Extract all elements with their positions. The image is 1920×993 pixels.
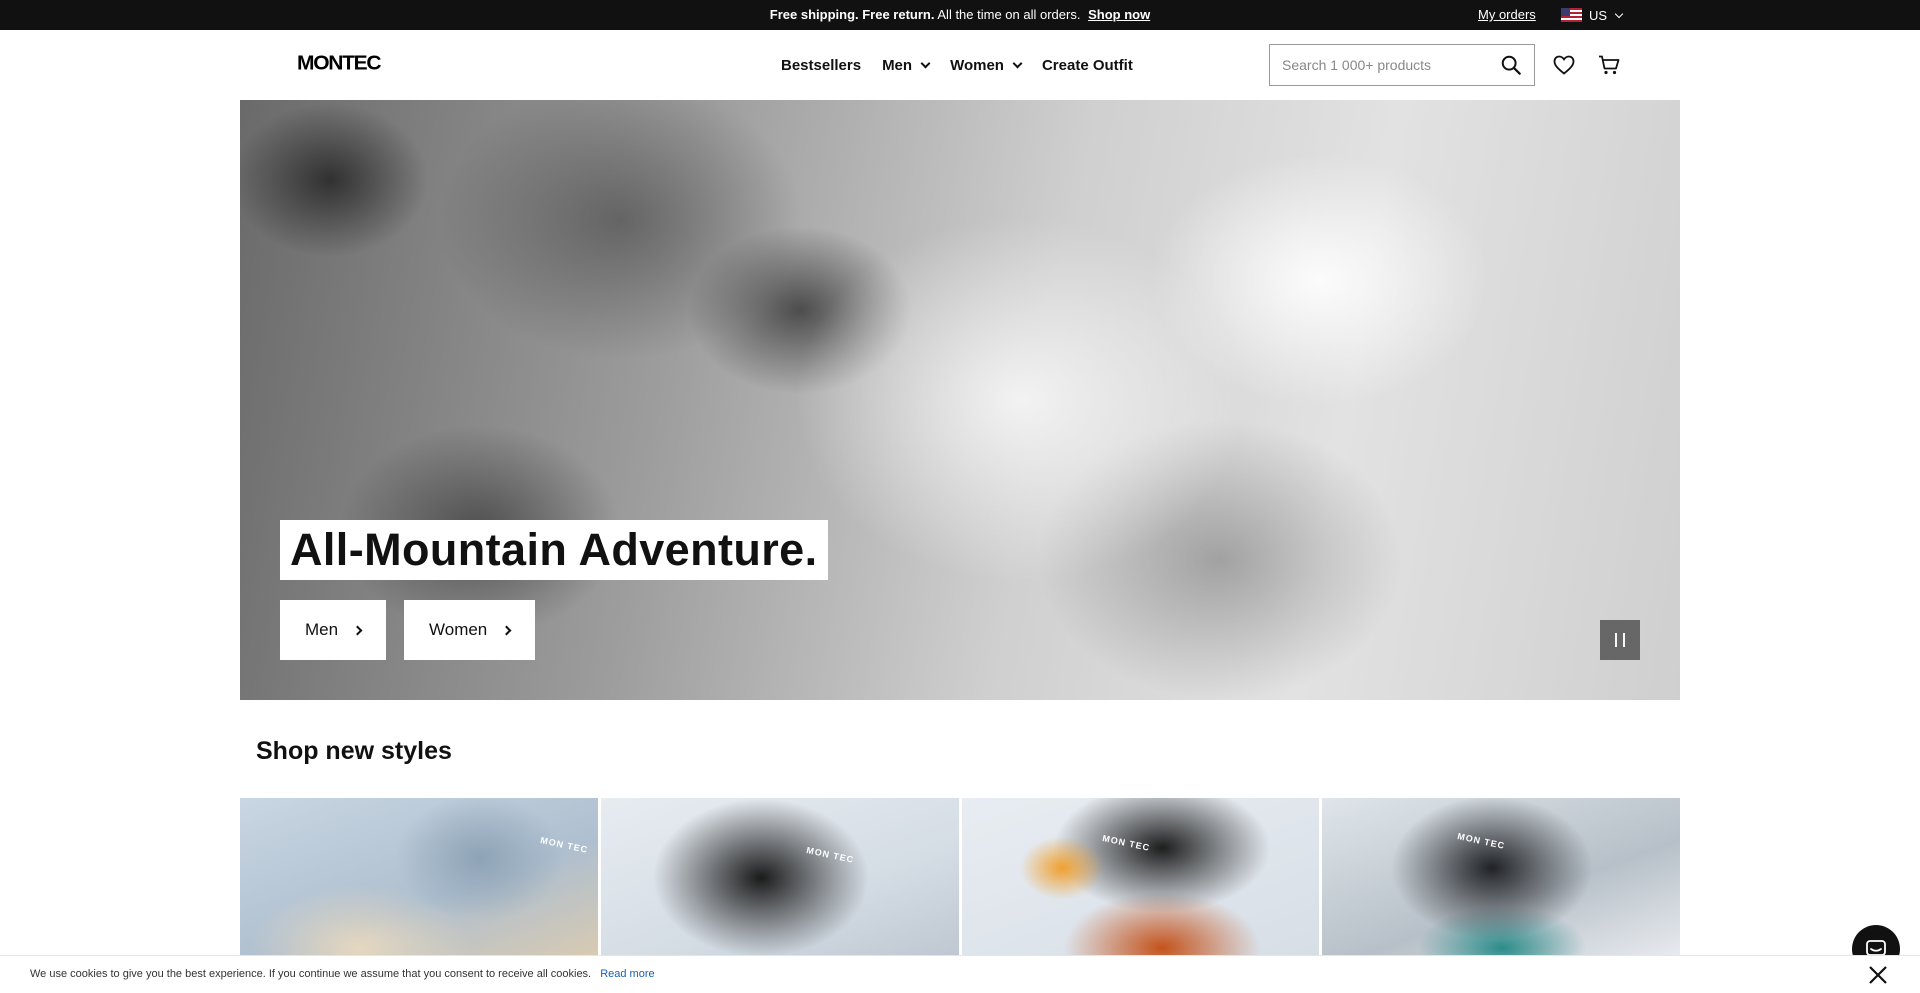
nav-women[interactable]: Women: [950, 56, 1023, 74]
search-input[interactable]: [1270, 45, 1480, 85]
nav-men-label: Men: [882, 56, 913, 74]
montec-logo[interactable]: MONTEC: [297, 53, 382, 76]
nav-women-label: Women: [950, 56, 1004, 74]
cookie-message: We use cookies to give you the best expe…: [30, 968, 592, 980]
nav-bestsellers-label: Bestsellers: [781, 56, 862, 74]
announcement-bold: Free shipping. Free return.: [769, 7, 935, 22]
tile-brand-logo: MON TEC: [805, 845, 855, 865]
pause-icon: [1615, 633, 1617, 647]
read-more-link[interactable]: Read more: [600, 968, 654, 980]
chevron-down-icon: [1012, 58, 1023, 68]
locale-label: US: [1589, 7, 1608, 23]
hero-title-box: All-Mountain Adventure.: [280, 520, 828, 580]
cookie-text: We use cookies to give you the best expe…: [30, 968, 655, 980]
hero-title: All-Mountain Adventure.: [290, 524, 818, 575]
section-title: Shop new styles: [256, 737, 452, 765]
us-flag-icon: [1561, 8, 1582, 22]
style-tile[interactable]: MON TEC: [240, 798, 598, 955]
nav-create-outfit[interactable]: Create Outfit: [1042, 57, 1133, 74]
hero-men-label: Men: [305, 620, 339, 639]
locale-selector[interactable]: US: [1561, 7, 1624, 23]
pause-button[interactable]: [1600, 620, 1640, 660]
hero-women-label: Women: [429, 620, 488, 639]
tile-brand-logo: MON TEC: [1100, 833, 1151, 853]
hero-women-button[interactable]: Women: [404, 600, 536, 660]
style-tile[interactable]: MON TEC: [600, 798, 959, 955]
nav-men[interactable]: Men: [882, 56, 931, 74]
hero-men-button[interactable]: Men: [280, 600, 387, 660]
search-icon[interactable]: [1500, 54, 1522, 76]
style-tile[interactable]: MON TEC: [961, 798, 1320, 955]
chevron-down-icon: [1614, 9, 1624, 18]
tile-brand-logo: MON TEC: [1456, 831, 1507, 851]
hero-banner: All-Mountain Adventure. Men Women: [240, 100, 1680, 700]
cart-icon[interactable]: [1597, 53, 1621, 77]
shop-now-link[interactable]: Shop now: [1088, 7, 1150, 22]
chevron-down-icon: [920, 58, 931, 68]
main-nav: Bestsellers Men Women Create Outfit: [781, 30, 1154, 100]
tile-brand-logo: MON TEC: [539, 835, 590, 855]
chevron-right-icon: [352, 625, 363, 635]
product-tiles: MON TEC MON TEC MON TEC MON TEC: [240, 798, 1680, 955]
search-box: [1269, 44, 1535, 86]
announcement-bar: Free shipping. Free return. All the time…: [0, 0, 1920, 30]
site-header: MONTEC Bestsellers Men Women Create Outf…: [0, 30, 1920, 100]
announcement-text: All the time on all orders.: [937, 7, 1081, 22]
chevron-right-icon: [501, 625, 512, 635]
pause-icon-bar: [1623, 633, 1625, 647]
announcement-message: Free shipping. Free return. All the time…: [0, 0, 1920, 30]
style-tile[interactable]: MON TEC: [1322, 798, 1680, 955]
close-icon[interactable]: [1866, 963, 1890, 987]
cookie-banner: We use cookies to give you the best expe…: [0, 955, 1920, 993]
nav-create-outfit-label: Create Outfit: [1041, 56, 1133, 74]
my-orders-link[interactable]: My orders: [1478, 0, 1536, 30]
nav-bestsellers[interactable]: Bestsellers: [781, 57, 861, 74]
heart-icon[interactable]: [1552, 53, 1576, 77]
